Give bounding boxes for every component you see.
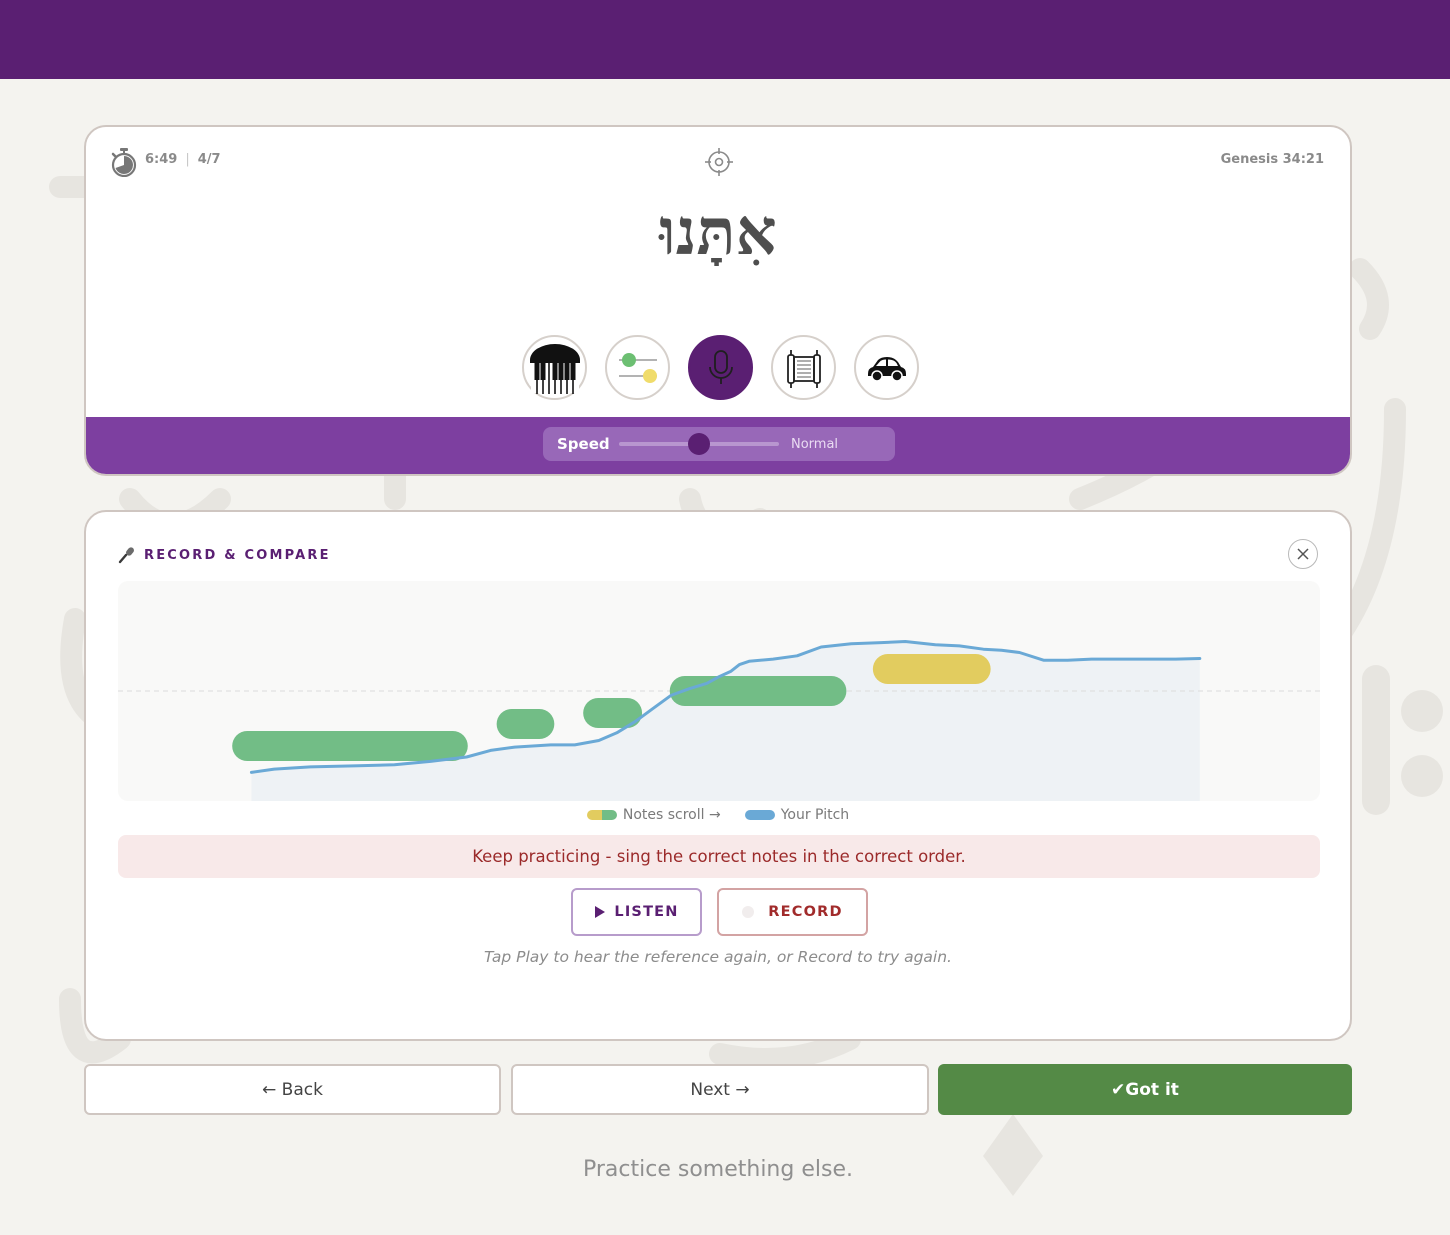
listen-button[interactable]: LISTEN bbox=[571, 888, 702, 936]
torah-scroll-icon bbox=[786, 349, 821, 388]
target-icon[interactable] bbox=[704, 147, 734, 177]
car-icon bbox=[867, 356, 906, 382]
note-bar-1 bbox=[232, 731, 468, 761]
record-compare-header: RECORD & COMPARE bbox=[118, 546, 331, 564]
sliders-button[interactable] bbox=[605, 335, 670, 400]
speed-label: Speed bbox=[557, 435, 610, 453]
got-it-button[interactable]: ✔Got it bbox=[938, 1064, 1352, 1115]
next-button[interactable]: Next → bbox=[511, 1064, 929, 1115]
play-icon bbox=[595, 906, 606, 918]
speed-control: Speed Normal bbox=[543, 427, 895, 461]
back-button[interactable]: ← Back bbox=[84, 1064, 501, 1115]
speed-value: Normal bbox=[791, 436, 839, 452]
word-card: 6:49 | 4/7 Genesis 34:21 אִתָּנוּ Speed … bbox=[84, 125, 1352, 476]
pitch-swatch bbox=[744, 810, 775, 820]
microphone-icon bbox=[118, 547, 134, 564]
record-button[interactable]: RECORD bbox=[717, 888, 868, 936]
separator: | bbox=[185, 152, 190, 167]
legend-notes-label: Notes scroll → bbox=[622, 807, 721, 823]
speed-slider[interactable] bbox=[619, 433, 779, 455]
notes-swatch bbox=[586, 810, 617, 820]
top-bar bbox=[0, 0, 1450, 79]
pitch-chart bbox=[118, 581, 1320, 801]
practice-something-else-link[interactable]: Practice something else. bbox=[0, 1157, 1436, 1182]
timer-progress: 6:49 | 4/7 bbox=[145, 152, 221, 167]
hebrew-word: אִתָּנוּ bbox=[659, 195, 777, 270]
piano-icon bbox=[529, 343, 580, 394]
record-label: RECORD bbox=[768, 904, 843, 920]
car-button[interactable] bbox=[854, 335, 919, 400]
tool-buttons bbox=[522, 335, 919, 401]
stopwatch-icon bbox=[111, 148, 137, 177]
legend-pitch: Your Pitch bbox=[744, 807, 850, 823]
record-compare-title: RECORD & COMPARE bbox=[144, 547, 331, 563]
listen-label: LISTEN bbox=[614, 904, 679, 920]
progress-text: 4/7 bbox=[197, 152, 221, 167]
close-button[interactable] bbox=[1288, 539, 1318, 569]
record-dot-icon bbox=[742, 906, 755, 918]
feedback-message: Keep practicing - sing the correct notes… bbox=[118, 835, 1320, 878]
verse-reference: Genesis 34:21 bbox=[1220, 152, 1324, 167]
microphone-button[interactable] bbox=[688, 335, 753, 400]
microphone-icon bbox=[708, 349, 733, 384]
piano-button[interactable] bbox=[522, 335, 587, 400]
record-compare-card: RECORD & COMPARE Notes scroll → Your Pit… bbox=[84, 510, 1352, 1041]
sliders-icon bbox=[618, 352, 657, 383]
speed-slider-thumb[interactable] bbox=[688, 433, 710, 455]
legend-notes: Notes scroll → bbox=[586, 807, 721, 823]
timer-text: 6:49 bbox=[145, 152, 178, 167]
speed-bar: Speed Normal bbox=[86, 417, 1350, 474]
playback-controls: LISTEN RECORD bbox=[571, 888, 868, 936]
torah-button[interactable] bbox=[771, 335, 836, 400]
note-bar-5 bbox=[872, 654, 991, 684]
hint-text: Tap Play to hear the reference again, or… bbox=[484, 948, 952, 966]
chart-legend: Notes scroll → Your Pitch bbox=[86, 807, 1350, 823]
note-bar-2 bbox=[496, 709, 555, 739]
legend-pitch-label: Your Pitch bbox=[780, 807, 850, 823]
close-icon bbox=[1297, 548, 1309, 560]
note-bar-4 bbox=[669, 676, 847, 706]
